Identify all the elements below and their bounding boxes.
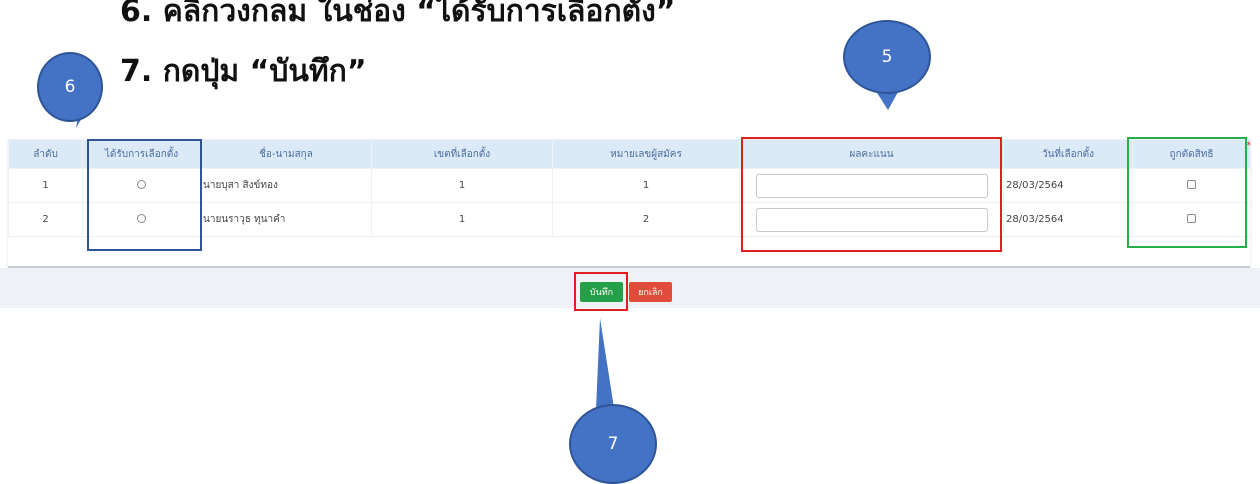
header-district: เขตที่เลือกตั้ง	[371, 139, 553, 169]
header-name: ชื่อ-นามสกุล	[200, 139, 372, 169]
candidate-name: นายบุสา สิงข์ทอง	[200, 168, 372, 203]
candidate-number-value: 1	[552, 168, 740, 203]
required-mark: *	[1246, 141, 1252, 151]
candidate-name: นายนราวุธ ทุนาคำ	[200, 202, 372, 237]
candidate-number-value: 2	[552, 202, 740, 237]
highlight-disqualified-column	[1127, 137, 1247, 248]
callout-7-pointer	[596, 318, 614, 410]
cancel-button[interactable]: ยกเลิก	[629, 282, 672, 302]
row-order: 2	[8, 202, 83, 237]
election-date: 28/03/2564	[1003, 168, 1133, 203]
row-order: 1	[8, 168, 83, 203]
election-date: 28/03/2564	[1003, 202, 1133, 237]
callout-7: 7	[569, 404, 657, 484]
highlight-elected-column	[87, 139, 202, 251]
district-value: 1	[371, 202, 553, 237]
callout-6: 6	[37, 52, 103, 122]
header-candidate-number: หมายเลขผู้สมัคร	[552, 139, 740, 169]
district-value: 1	[371, 168, 553, 203]
callout-5: 5	[843, 20, 931, 94]
header-election-date: วันที่เลือกตั้ง	[1003, 139, 1133, 169]
highlight-save-button	[574, 272, 628, 311]
highlight-score-column	[741, 137, 1002, 252]
header-order: ลำดับ	[8, 139, 83, 169]
